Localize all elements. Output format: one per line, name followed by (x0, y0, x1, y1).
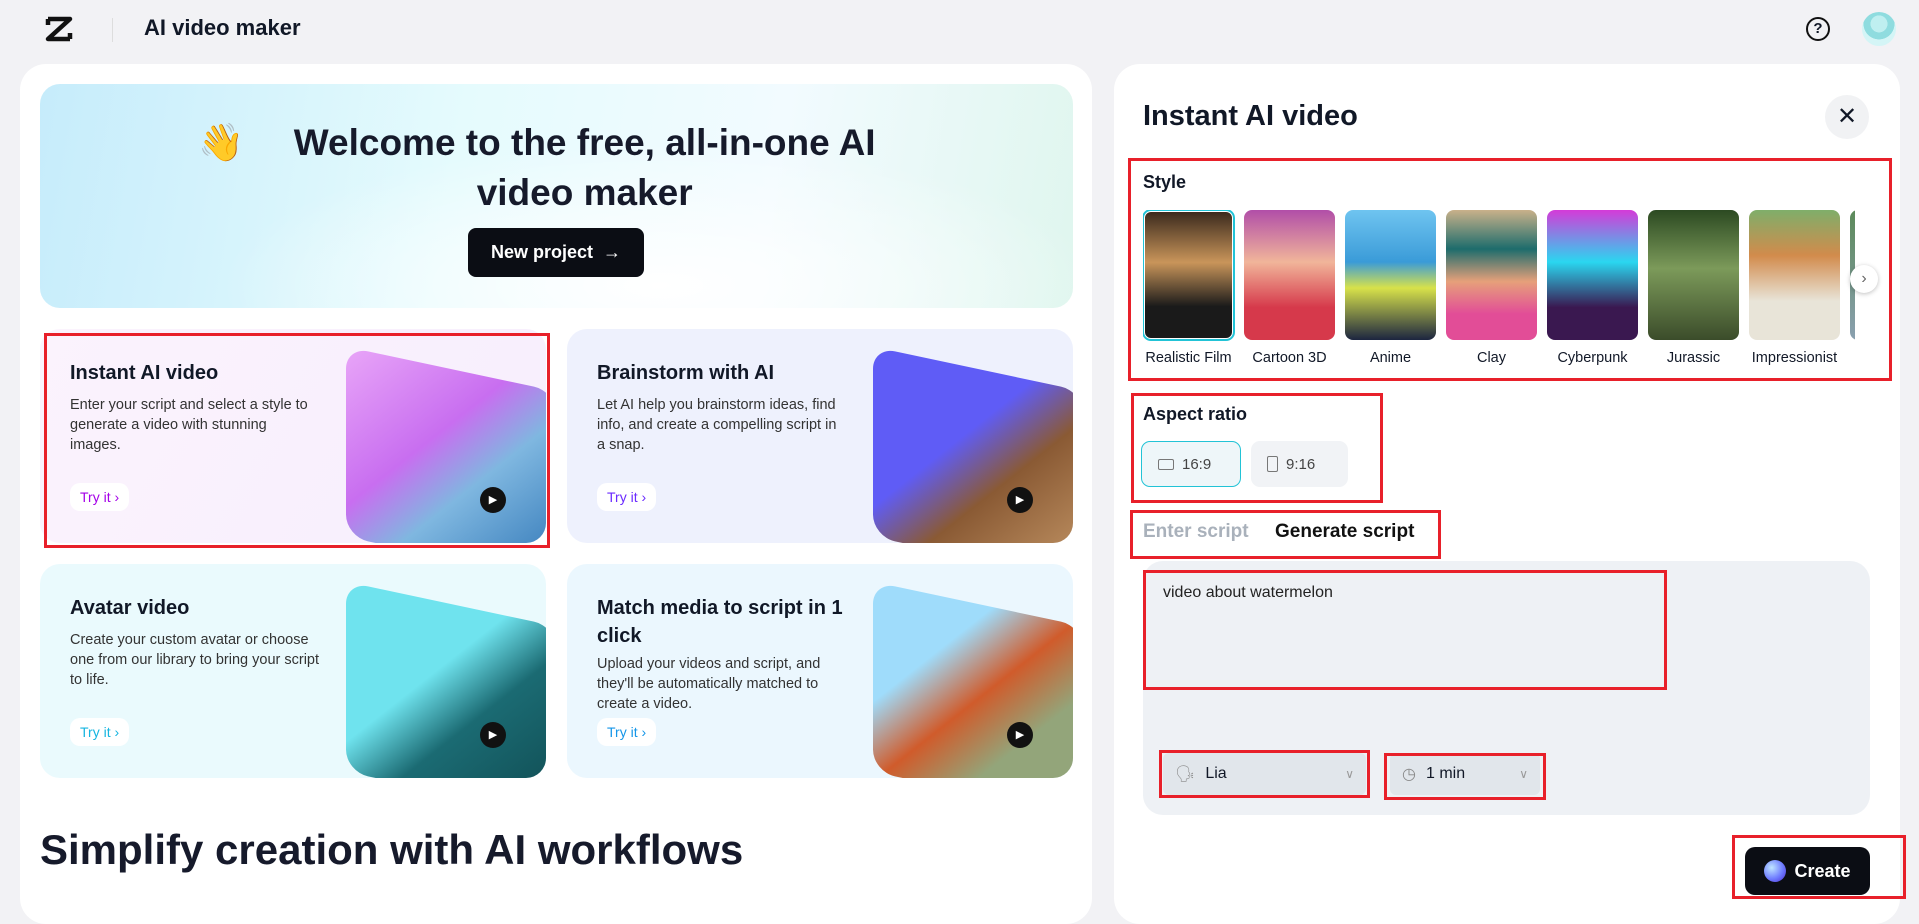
create-button[interactable]: Create (1745, 847, 1870, 895)
app-title: AI video maker (144, 15, 301, 41)
card-title: Match media to script in 1 click (597, 594, 867, 650)
play-icon: ▶ (1007, 487, 1033, 513)
help-icon[interactable]: ? (1806, 17, 1830, 41)
card-desc: Upload your videos and script, and they'… (597, 654, 847, 714)
capcut-logo[interactable] (44, 16, 74, 42)
style-label: Style (1143, 172, 1186, 193)
card-brainstorm[interactable]: Brainstorm with AI Let AI help you brain… (567, 329, 1073, 543)
aspect-16-9-button[interactable]: 16:9 (1141, 441, 1241, 487)
try-it-button[interactable]: Try it › (597, 483, 656, 511)
card-instant-ai-video[interactable]: Instant AI video Enter your script and s… (40, 329, 546, 543)
card-desc: Let AI help you brainstorm ideas, find i… (597, 395, 847, 455)
play-icon: ▶ (480, 722, 506, 748)
style-clay[interactable]: Clay (1446, 210, 1537, 380)
card-avatar-video[interactable]: Avatar video Create your custom avatar o… (40, 564, 546, 778)
hero-title: Welcome to the free, all-in-one AI video… (255, 118, 915, 218)
close-button[interactable]: ✕ (1825, 95, 1869, 139)
card-match-media[interactable]: Match media to script in 1 click Upload … (567, 564, 1073, 778)
chevron-right-icon[interactable]: › (1850, 265, 1878, 293)
card-title: Brainstorm with AI (597, 359, 867, 387)
tab-enter-script[interactable]: Enter script (1143, 521, 1249, 543)
try-it-button[interactable]: Try it › (70, 718, 129, 746)
wave-icon: 👋 (198, 122, 244, 163)
card-illustration (346, 347, 546, 543)
voice-icon: 🗣 (1175, 764, 1195, 784)
new-project-label: New project (491, 242, 593, 263)
aspect-ratio-label: Aspect ratio (1143, 404, 1247, 425)
chevron-down-icon: ∨ (1345, 767, 1354, 781)
style-anime[interactable]: Anime (1345, 210, 1436, 380)
card-desc: Enter your script and select a style to … (70, 395, 320, 455)
style-jurassic[interactable]: Jurassic (1648, 210, 1739, 380)
duration-dropdown[interactable]: ◷1 min∨ (1390, 753, 1540, 795)
card-illustration (873, 347, 1073, 543)
style-cyberpunk[interactable]: Cyberpunk (1547, 210, 1638, 380)
user-avatar[interactable] (1862, 12, 1896, 46)
play-icon: ▶ (1007, 722, 1033, 748)
try-it-button[interactable]: Try it › (597, 718, 656, 746)
card-desc: Create your custom avatar or choose one … (70, 630, 320, 690)
hero-banner: 👋 Welcome to the free, all-in-one AI vid… (40, 84, 1073, 308)
voice-dropdown[interactable]: 🗣Lia∨ (1163, 753, 1366, 795)
style-carousel: Realistic Film Cartoon 3D Anime Clay Cyb… (1143, 210, 1855, 380)
try-it-button[interactable]: Try it › (70, 483, 129, 511)
close-icon: ✕ (1837, 103, 1857, 130)
ai-orb-icon (1764, 860, 1786, 882)
style-other[interactable]: O (1850, 210, 1855, 380)
landscape-icon (1158, 459, 1174, 470)
portrait-icon (1267, 456, 1278, 472)
card-title: Avatar video (70, 594, 340, 622)
card-illustration (873, 582, 1073, 778)
clock-icon: ◷ (1402, 764, 1416, 784)
aspect-9-16-button[interactable]: 9:16 (1251, 441, 1348, 487)
style-realistic-film[interactable]: Realistic Film (1143, 210, 1234, 380)
tab-generate-script[interactable]: Generate script (1275, 521, 1414, 543)
style-impressionist[interactable]: Impressionist (1749, 210, 1840, 380)
style-cartoon-3d[interactable]: Cartoon 3D (1244, 210, 1335, 380)
new-project-button[interactable]: New project → (468, 228, 644, 277)
divider (112, 18, 113, 42)
card-title: Instant AI video (70, 359, 340, 387)
panel-title: Instant AI video (1143, 100, 1358, 133)
card-illustration (346, 582, 546, 778)
chevron-down-icon: ∨ (1519, 767, 1528, 781)
script-input[interactable]: video about watermelon (1163, 584, 1333, 602)
play-icon: ▶ (480, 487, 506, 513)
section-title: Simplify creation with AI workflows (40, 826, 743, 874)
arrow-right-icon: → (603, 242, 621, 263)
